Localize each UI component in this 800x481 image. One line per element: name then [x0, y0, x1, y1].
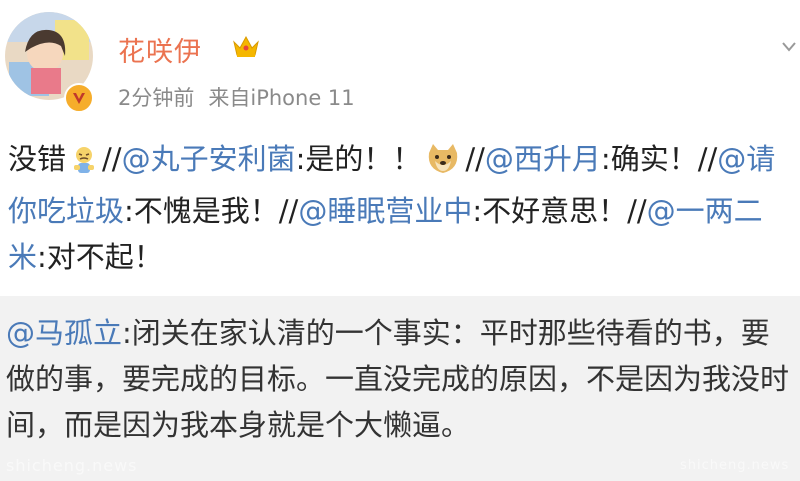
repost-author-mention[interactable]: @马孤立 [6, 316, 122, 350]
repost-text: @马孤立:闭关在家认清的一个事实：平时那些待看的书，要做的事，要完成的目标。一直… [6, 310, 798, 448]
post-body: 没错 //@丸子安利菌:是的！！ //@西升月:确实！//@请你吃垃圾:不愧是我… [8, 136, 794, 280]
post-time: 2分钟前 [118, 86, 195, 110]
post-header: 花咲伊 2分钟前 来自iPhone 11 [0, 0, 800, 120]
repost-box[interactable]: @马孤立:闭关在家认清的一个事实：平时那些待看的书，要做的事，要完成的目标。一直… [0, 296, 800, 481]
post-text: 没错 [8, 142, 67, 176]
post-text: :不好意思！// [472, 194, 647, 228]
crown-icon [231, 33, 261, 63]
repost-body: :闭关在家认清的一个事实：平时那些待看的书，要做的事，要完成的目标。一直没完成的… [6, 316, 790, 442]
username[interactable]: 花咲伊 [118, 30, 202, 69]
watermark-right: shicheng.news [680, 458, 790, 473]
verified-v-icon [64, 83, 94, 113]
tired-face-emoji-icon [70, 142, 98, 188]
post-text: // [465, 142, 485, 176]
post-text: :对不起！ [37, 240, 163, 274]
post-source: 来自iPhone 11 [208, 86, 355, 110]
mention-link[interactable]: @西升月 [485, 142, 601, 176]
mention-link[interactable]: @睡眠营业中 [298, 194, 472, 228]
watermark-left: shicheng.news [6, 456, 138, 475]
post-text: // [102, 142, 122, 176]
post-text: :确实！// [600, 142, 718, 176]
post-text: :不愧是我！// [124, 194, 299, 228]
chevron-down-icon[interactable] [782, 38, 796, 57]
post-text: :是的！！ [295, 142, 422, 176]
post-meta: 2分钟前 来自iPhone 11 [118, 82, 355, 112]
doge-emoji-icon [425, 142, 461, 188]
mention-link[interactable]: @丸子安利菌 [122, 142, 296, 176]
